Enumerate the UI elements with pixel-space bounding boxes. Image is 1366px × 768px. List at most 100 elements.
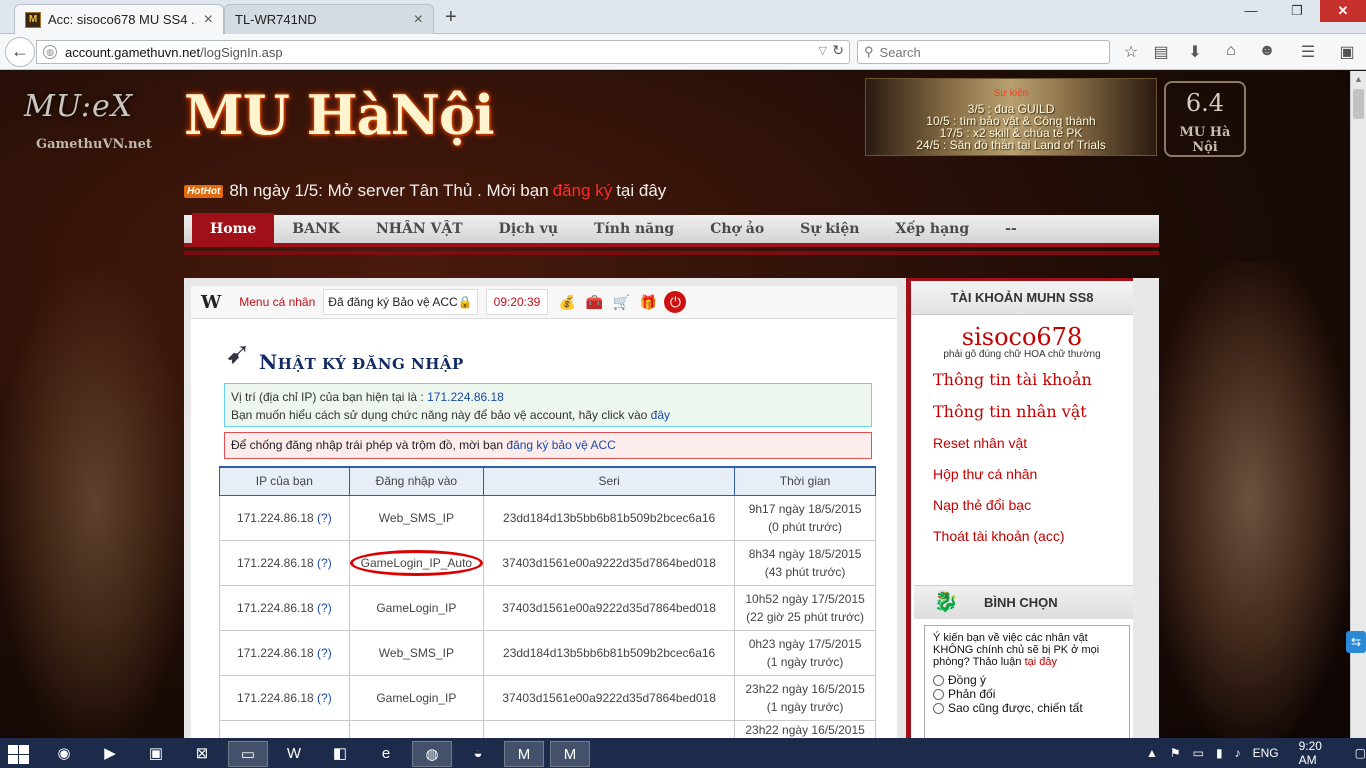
menu-item-bank[interactable]: BANK: [274, 213, 358, 245]
topup-link[interactable]: Nạp thẻ đổi bạc: [911, 490, 1133, 521]
tab-close-icon[interactable]: ×: [204, 11, 213, 29]
poll-option[interactable]: Sao cũng được, chiến tất: [933, 702, 1121, 714]
time-ago: (0 phút trước): [768, 519, 843, 534]
ip-cell: 171.224.86.18 (?): [219, 539, 350, 586]
character-info-link[interactable]: Thông tin nhân vật: [911, 396, 1133, 428]
notification-icon[interactable]: ▢: [1355, 746, 1366, 760]
menu-item-ranking[interactable]: Xếp hạng: [877, 213, 987, 245]
time-ago: (1 ngày trước): [766, 654, 844, 669]
mu-game-icon-2[interactable]: M: [550, 741, 590, 767]
register-link[interactable]: đăng ký: [553, 181, 613, 201]
menu-hamburger-icon[interactable]: ☰: [1297, 42, 1319, 62]
tab-title: Acc: sisoco678 MU SS4 ...: [48, 12, 196, 27]
firefox-icon[interactable]: ◍: [412, 741, 452, 767]
flag-icon[interactable]: ⚑: [1170, 746, 1181, 760]
network-icon[interactable]: ▮: [1216, 746, 1223, 760]
ip-help-link[interactable]: (?): [317, 691, 332, 705]
time-value: 9h17 ngày 18/5/2015: [748, 501, 862, 516]
register-protection-link[interactable]: đăng ký bảo vệ ACC: [506, 438, 615, 452]
radio-button[interactable]: [933, 688, 944, 700]
url-bar[interactable]: ◍ account.gamethuvn.net/logSignIn.asp ▽ …: [36, 40, 850, 64]
teamviewer-icon[interactable]: ⇆: [1346, 631, 1366, 653]
menu-item-more[interactable]: --: [987, 213, 1035, 245]
tab-close-icon[interactable]: ×: [414, 11, 423, 29]
word-icon[interactable]: W: [274, 741, 314, 767]
extension-icon[interactable]: ▣: [1336, 42, 1358, 62]
mu-game-icon[interactable]: M: [504, 741, 544, 767]
tab-active[interactable]: M Acc: sisoco678 MU SS4 ... ×: [14, 4, 224, 34]
search-input[interactable]: ⚲ Search: [857, 40, 1110, 64]
scroll-up-icon[interactable]: ▲: [1354, 74, 1363, 84]
tab-router[interactable]: TL-WR741ND ×: [224, 4, 434, 34]
ip-help-link[interactable]: (?): [317, 601, 332, 615]
language-indicator[interactable]: ENG: [1253, 746, 1279, 760]
event-banner[interactable]: Sự kiện 3/5 : đua GUILD 10/5 : tìm bảo v…: [865, 78, 1157, 156]
account-info-link[interactable]: Thông tin tài khoản: [911, 364, 1133, 396]
table-row: 171.224.86.18 (?) Web_SMS_IP 23dd184d13b…: [219, 629, 876, 676]
app-icon[interactable]: ◧: [320, 741, 360, 767]
money-bag-icon[interactable]: 💰: [556, 291, 578, 313]
time-value: 10h52 ngày 17/5/2015: [745, 591, 865, 606]
poll-option[interactable]: Đồng ý: [933, 674, 1121, 686]
ip-help-link[interactable]: (?): [317, 646, 332, 660]
chat-icon[interactable]: ☻: [1256, 42, 1278, 60]
tray-expand-icon[interactable]: ▲: [1146, 746, 1158, 760]
excel-icon[interactable]: ⊠: [182, 741, 222, 767]
home-icon[interactable]: ⌂: [1220, 42, 1242, 60]
discussion-link[interactable]: tại đây: [1025, 656, 1057, 668]
radio-button[interactable]: [933, 702, 944, 714]
powerpoint-icon[interactable]: ▣: [136, 741, 176, 767]
bookmark-star-icon[interactable]: ☆: [1120, 42, 1142, 62]
internet-explorer-icon[interactable]: e: [366, 741, 406, 767]
mu-ex-logo[interactable]: MU:eX: [24, 89, 133, 124]
menu-item-features[interactable]: Tính năng: [576, 213, 692, 245]
battery-icon[interactable]: ▭: [1193, 746, 1204, 760]
menu-item-characters[interactable]: NHÂN VẬT: [358, 213, 481, 245]
hot-text: 8h ngày 1/5: Mở server Tân Thủ . Mời bạn: [229, 181, 549, 200]
download-icon[interactable]: ⬇: [1184, 42, 1206, 62]
close-window-icon[interactable]: ✕: [1320, 0, 1366, 22]
mailbox-link[interactable]: Hộp thư cá nhân: [911, 459, 1133, 490]
new-tab-button[interactable]: +: [445, 6, 457, 29]
menu-item-home[interactable]: Home: [192, 213, 275, 245]
globe-icon: ◍: [43, 45, 57, 59]
menu-item-market[interactable]: Chợ ảo: [692, 213, 782, 245]
logout-link[interactable]: Thoát tài khoản (acc): [911, 521, 1133, 552]
network-tool-icon[interactable]: ◒: [458, 741, 498, 767]
ip-help-link[interactable]: (?): [317, 556, 332, 570]
media-player-icon[interactable]: ▶: [90, 741, 130, 767]
w-logo-icon[interactable]: W: [201, 292, 221, 313]
gift-icon[interactable]: 🎁: [637, 291, 659, 313]
file-explorer-icon[interactable]: ▭: [228, 741, 268, 767]
search-icon: ⚲: [864, 44, 874, 59]
reading-list-icon[interactable]: ▤: [1150, 42, 1172, 62]
shopping-cart-icon[interactable]: 🛒: [610, 291, 632, 313]
restore-icon[interactable]: ❐: [1274, 0, 1320, 22]
poll-option[interactable]: Phản đối: [933, 688, 1121, 700]
ip-value: 171.224.86.18: [236, 600, 314, 615]
scroll-thumb[interactable]: [1353, 89, 1364, 119]
back-arrow-icon[interactable]: ←: [5, 37, 35, 67]
ip-cell: 171.224.86.18 (?): [219, 494, 350, 541]
ip-line-label: Vị trí (địa chỉ IP) của bạn hiện tại là …: [231, 390, 424, 404]
site-logo[interactable]: MU HàNội: [184, 83, 495, 147]
page-title: NHẬT KÝ ĐĂNG NHẬP: [259, 350, 464, 374]
clock-time[interactable]: 9:20 AM: [1299, 739, 1335, 767]
ip-value: 171.224.86.18: [236, 555, 314, 570]
windows-start-icon[interactable]: [6, 743, 30, 765]
menu-item-services[interactable]: Dịch vụ: [481, 213, 576, 245]
chrome-icon[interactable]: ◉: [44, 741, 84, 767]
minimize-icon[interactable]: —: [1228, 0, 1274, 22]
personal-menu-label[interactable]: Menu cá nhân: [239, 295, 315, 309]
radio-button[interactable]: [933, 674, 944, 686]
menu-item-events[interactable]: Sự kiện: [782, 213, 877, 245]
dropdown-icon[interactable]: ▽: [819, 44, 827, 57]
ip-help-link[interactable]: (?): [317, 511, 332, 525]
reload-icon[interactable]: ↻: [832, 42, 844, 59]
reset-character-link[interactable]: Reset nhân vật: [911, 428, 1133, 459]
treasure-chest-icon[interactable]: 🧰: [583, 291, 605, 313]
help-link[interactable]: đây: [651, 408, 670, 422]
volume-icon[interactable]: ♪: [1235, 746, 1241, 760]
power-logout-icon[interactable]: ⏻: [664, 291, 687, 313]
ip-cell: 171.224.86.18 (?): [219, 629, 350, 676]
